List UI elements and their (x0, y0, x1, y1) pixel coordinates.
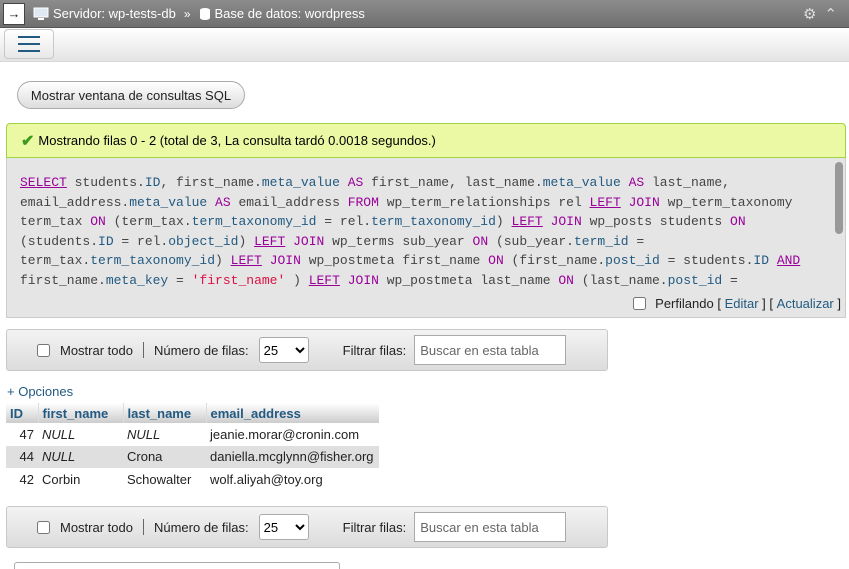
success-message-text: Mostrando filas 0 - 2 (total de 3, La co… (38, 133, 436, 148)
cell-first-name: NULL (42, 426, 76, 442)
rows-select[interactable]: 25 (258, 337, 309, 363)
show-all-checkbox[interactable] (37, 343, 50, 357)
bracket-open: [ (717, 296, 721, 311)
cell-first-name: Corbin (42, 471, 81, 487)
success-message: ✔ Mostrando filas 0 - 2 (total de 3, La … (6, 123, 846, 158)
rows-label: Número de filas: (153, 519, 249, 535)
show-sql-window-button[interactable]: Mostrar ventana de consultas SQL (17, 81, 245, 109)
table-row: 42 Corbin Schowalter wolf.aliyah@toy.org (6, 468, 379, 491)
results-table: ID first_name last_name email_address 47… (6, 403, 379, 491)
menu-bar (0, 28, 849, 62)
breadcrumb-database[interactable]: Base de datos: wordpress (199, 6, 365, 21)
breadcrumb-server-label[interactable]: Servidor: wp-tests-db (53, 6, 176, 21)
divider (142, 519, 144, 535)
top-breadcrumb-bar: → Servidor: wp-tests-db » Base de datos:… (0, 0, 849, 28)
breadcrumb-server[interactable]: Servidor: wp-tests-db (33, 6, 176, 21)
filter-rows-input[interactable] (414, 512, 567, 542)
column-header-first-name[interactable]: first_name (38, 403, 124, 423)
cell-id: 42 (19, 471, 34, 487)
collapse-icon[interactable]: ⌃ (824, 5, 837, 23)
cell-email-address: jeanie.morar@cronin.com (210, 426, 360, 442)
cell-first-name: NULL (38, 445, 123, 468)
breadcrumb-separator: » (183, 6, 191, 21)
cell-id: 47 (19, 426, 34, 442)
profiling-label: Perfilando (655, 296, 714, 311)
rows-label: Número de filas: (153, 342, 249, 358)
gear-icon[interactable]: ⚙ (803, 5, 816, 23)
show-all-label: Mostrar todo (60, 342, 133, 358)
cell-last-name: Crona (123, 445, 206, 468)
filter-label: Filtrar filas: (342, 519, 407, 535)
table-navigation-bottom: Mostrar todo Número de filas: 25 Filtrar… (6, 506, 608, 548)
show-all-checkbox[interactable] (37, 520, 50, 534)
column-header-last-name[interactable]: last_name (123, 403, 207, 423)
table-row: 47 NULL NULL jeanie.morar@cronin.com (6, 423, 379, 446)
show-all-label: Mostrar todo (60, 519, 133, 535)
filter-label: Filtrar filas: (342, 342, 407, 358)
bracket-open: [ (769, 296, 774, 311)
refresh-query-link[interactable]: Actualizar (777, 296, 834, 311)
hamburger-menu-icon[interactable] (4, 29, 54, 59)
bracket-close: ] (837, 296, 841, 311)
sql-query-box: SELECT students.ID, first_name.meta_valu… (6, 158, 846, 290)
column-header-id[interactable]: ID (6, 403, 39, 423)
query-results-operations-box (14, 562, 340, 569)
profiling-checkbox[interactable] (633, 297, 647, 310)
cell-last-name: Schowalter (127, 471, 192, 487)
divider (142, 342, 144, 358)
cell-id: 44 (6, 445, 38, 468)
sql-query-text: SELECT students.ID, first_name.meta_valu… (20, 175, 809, 288)
column-header-email-address[interactable]: email_address (206, 403, 379, 423)
table-header-row: ID first_name last_name email_address (6, 403, 379, 423)
options-link[interactable]: + Opciones (7, 384, 73, 399)
profiling-bar: Perfilando [ Editar ] [ Actualizar ] (6, 290, 846, 318)
cell-email-address: wolf.aliyah@toy.org (210, 471, 323, 487)
server-icon (33, 7, 49, 20)
table-navigation-top: Mostrar todo Número de filas: 25 Filtrar… (6, 329, 608, 371)
table-row: 44 NULL Crona daniella.mcglynn@fisher.or… (6, 445, 379, 468)
cell-email-address: daniella.mcglynn@fisher.org (206, 445, 379, 468)
breadcrumb-database-label[interactable]: Base de datos: wordpress (215, 6, 365, 21)
bracket-close: ] (762, 296, 766, 311)
rows-select[interactable]: 25 (258, 514, 309, 540)
check-icon: ✔ (21, 132, 35, 150)
sql-scrollbar[interactable] (835, 162, 843, 234)
go-arrow-icon[interactable]: → (3, 2, 25, 25)
database-icon (199, 7, 210, 20)
cell-last-name: NULL (127, 426, 161, 442)
edit-query-link[interactable]: Editar (725, 296, 759, 311)
filter-rows-input[interactable] (414, 335, 567, 365)
